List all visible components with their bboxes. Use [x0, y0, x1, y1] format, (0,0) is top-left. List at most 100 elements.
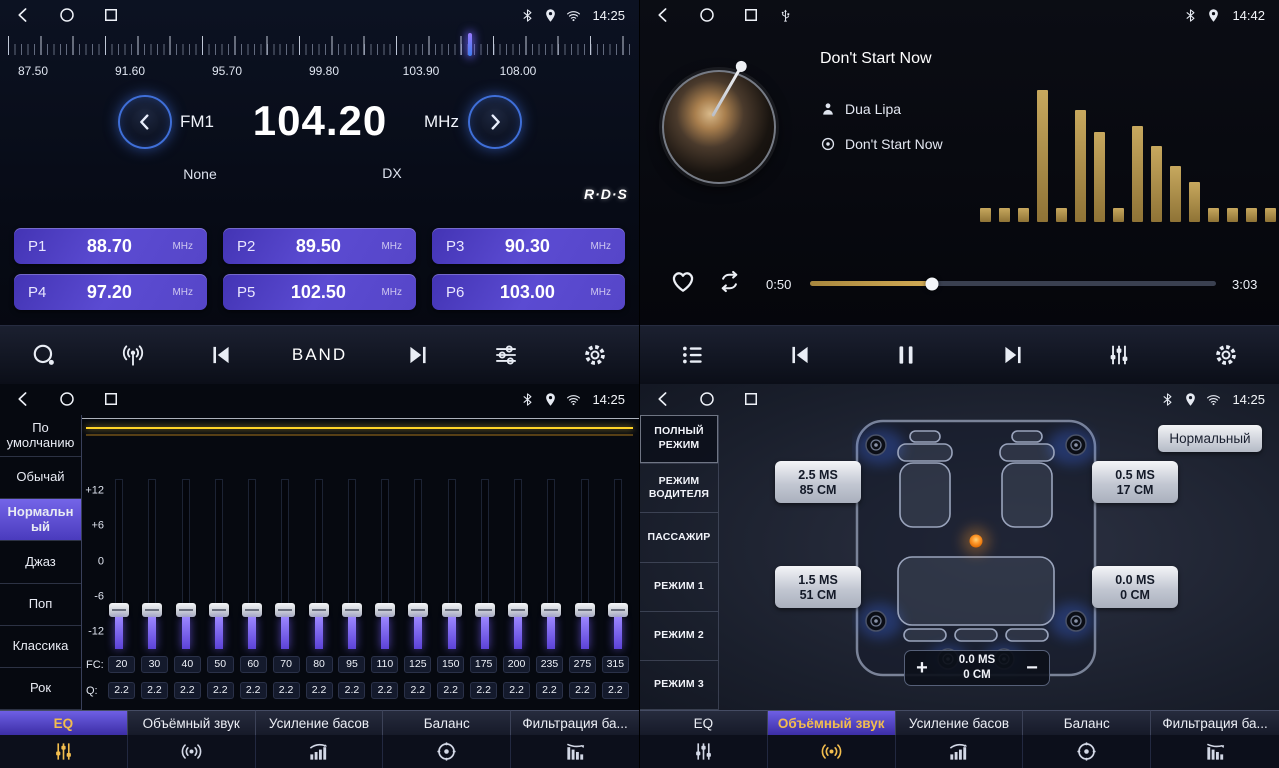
balance-icon[interactable]: [383, 735, 511, 768]
tab-surround-sound[interactable]: Объёмный звук: [768, 710, 896, 735]
eq-preset-item[interactable]: Поп: [0, 584, 81, 626]
tab-eq[interactable]: EQ: [0, 710, 128, 735]
preset-button[interactable]: P5 102.50 MHz: [223, 274, 416, 310]
eq-band-slider[interactable]: [341, 479, 363, 649]
tab-balance[interactable]: Баланс: [383, 710, 511, 735]
eq-preset-item[interactable]: Нормальный: [0, 499, 81, 541]
preset-button[interactable]: P1 88.70 MHz: [14, 228, 207, 264]
tab-filter[interactable]: Фильтрация ба...: [1151, 710, 1279, 735]
eq-preset-item[interactable]: Рок: [0, 668, 81, 710]
tab-surround-sound[interactable]: Объёмный звук: [128, 710, 256, 735]
eq-band-slider[interactable]: [540, 479, 562, 649]
bass-boost-icon[interactable]: [896, 735, 1024, 768]
prev-station-button[interactable]: [203, 337, 239, 373]
pause-button[interactable]: [888, 337, 924, 373]
tab-bass-boost[interactable]: Усиление басов: [256, 710, 384, 735]
slider-handle[interactable]: [309, 603, 329, 617]
progress-knob[interactable]: [925, 277, 938, 290]
home-button[interactable]: [58, 390, 76, 408]
slider-handle[interactable]: [375, 603, 395, 617]
recents-button[interactable]: [102, 390, 120, 408]
profile-button[interactable]: Нормальный: [1158, 425, 1262, 452]
listening-mode-item[interactable]: ПАССАЖИР: [640, 513, 718, 562]
eq-preset-item[interactable]: По умолчанию: [0, 415, 81, 457]
eq-band-slider[interactable]: [441, 479, 463, 649]
tune-down-button[interactable]: [118, 95, 172, 149]
back-button[interactable]: [654, 6, 672, 24]
eq-band-slider[interactable]: [241, 479, 263, 649]
eq-band-slider[interactable]: [274, 479, 296, 649]
slider-handle[interactable]: [176, 603, 196, 617]
slider-handle[interactable]: [142, 603, 162, 617]
eq-band-slider[interactable]: [141, 479, 163, 649]
recents-button[interactable]: [102, 6, 120, 24]
delay-front-left-button[interactable]: 2.5 MS 85 CM: [775, 461, 861, 503]
tune-up-button[interactable]: [468, 95, 522, 149]
eq-preset-item[interactable]: Обычай: [0, 457, 81, 499]
increase-delay-button[interactable]: +: [905, 651, 939, 685]
eq-band-slider[interactable]: [407, 479, 429, 649]
bass-boost-icon[interactable]: [256, 735, 384, 768]
eq-preset-item[interactable]: Классика: [0, 626, 81, 668]
listening-mode-item[interactable]: РЕЖИМ 2: [640, 612, 718, 661]
slider-handle[interactable]: [442, 603, 462, 617]
back-button[interactable]: [14, 6, 32, 24]
tab-eq[interactable]: EQ: [640, 710, 768, 735]
back-button[interactable]: [654, 390, 672, 408]
listening-mode-item[interactable]: РЕЖИМ 3: [640, 661, 718, 710]
progress-bar[interactable]: [810, 281, 1216, 286]
home-button[interactable]: [698, 390, 716, 408]
tab-filter[interactable]: Фильтрация ба...: [511, 710, 639, 735]
slider-handle[interactable]: [608, 603, 628, 617]
delay-front-right-button[interactable]: 0.5 MS 17 CM: [1092, 461, 1178, 503]
favorite-button[interactable]: [668, 266, 698, 296]
effects-button[interactable]: [488, 337, 524, 373]
delay-rear-right-button[interactable]: 0.0 MS 0 CM: [1092, 566, 1178, 608]
tab-balance[interactable]: Баланс: [1023, 710, 1151, 735]
next-track-button[interactable]: [995, 337, 1031, 373]
recents-button[interactable]: [742, 390, 760, 408]
delay-rear-left-button[interactable]: 1.5 MS 51 CM: [775, 566, 861, 608]
eq-band-slider[interactable]: [507, 479, 529, 649]
filter-icon[interactable]: [511, 735, 639, 768]
preset-button[interactable]: P4 97.20 MHz: [14, 274, 207, 310]
slider-handle[interactable]: [342, 603, 362, 617]
broadcast-button[interactable]: [115, 337, 151, 373]
listening-mode-item[interactable]: РЕЖИМ ВОДИТЕЛЯ: [640, 464, 718, 513]
eq-sliders-icon[interactable]: [640, 735, 768, 768]
balance-icon[interactable]: [1023, 735, 1151, 768]
surround-sound-icon[interactable]: [128, 735, 256, 768]
eq-band-slider[interactable]: [208, 479, 230, 649]
decrease-delay-button[interactable]: −: [1015, 651, 1049, 685]
eq-band-slider[interactable]: [175, 479, 197, 649]
home-button[interactable]: [58, 6, 76, 24]
preset-button[interactable]: P6 103.00 MHz: [432, 274, 625, 310]
eq-sliders-icon[interactable]: [0, 735, 128, 768]
slider-handle[interactable]: [209, 603, 229, 617]
settings-button[interactable]: [577, 337, 613, 373]
eq-band-slider[interactable]: [308, 479, 330, 649]
eq-band-slider[interactable]: [607, 479, 629, 649]
slider-handle[interactable]: [541, 603, 561, 617]
slider-handle[interactable]: [109, 603, 129, 617]
home-button[interactable]: [698, 6, 716, 24]
eq-band-slider[interactable]: [108, 479, 130, 649]
playlist-button[interactable]: [675, 337, 711, 373]
listening-mode-item[interactable]: РЕЖИМ 1: [640, 563, 718, 612]
eq-band-slider[interactable]: [574, 479, 596, 649]
recents-button[interactable]: [742, 6, 760, 24]
slider-handle[interactable]: [242, 603, 262, 617]
surround-sound-icon[interactable]: [768, 735, 896, 768]
slider-handle[interactable]: [508, 603, 528, 617]
slider-handle[interactable]: [275, 603, 295, 617]
listening-mode-item[interactable]: ПОЛНЫЙ РЕЖИМ: [640, 415, 718, 464]
prev-track-button[interactable]: [782, 337, 818, 373]
settings-button[interactable]: [1208, 337, 1244, 373]
preset-button[interactable]: P2 89.50 MHz: [223, 228, 416, 264]
scan-button[interactable]: [26, 337, 62, 373]
filter-icon[interactable]: [1151, 735, 1279, 768]
slider-handle[interactable]: [475, 603, 495, 617]
slider-handle[interactable]: [575, 603, 595, 617]
slider-handle[interactable]: [408, 603, 428, 617]
tab-bass-boost[interactable]: Усиление басов: [896, 710, 1024, 735]
